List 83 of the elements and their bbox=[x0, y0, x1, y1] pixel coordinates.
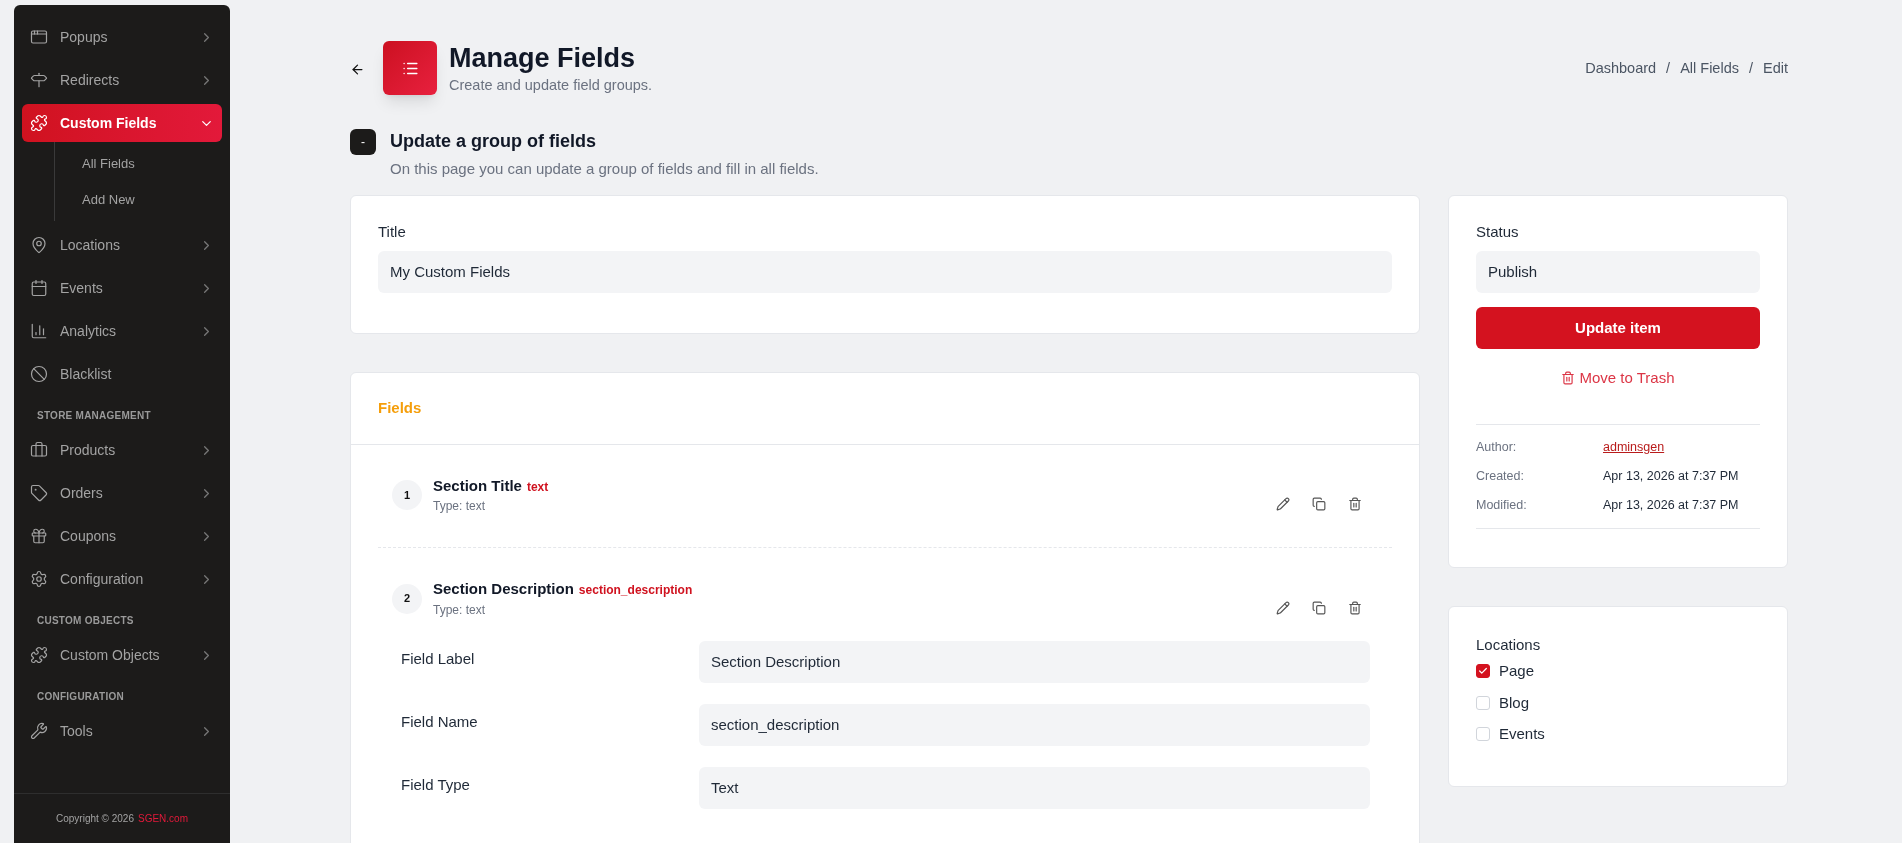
sidebar-item[interactable]: Products bbox=[22, 431, 222, 469]
text-field[interactable]: section_description bbox=[699, 703, 1370, 746]
field-number: 2 bbox=[392, 583, 422, 614]
meta-label: Modified: bbox=[1476, 496, 1528, 514]
sidebar-item[interactable]: Custom Objects bbox=[22, 636, 222, 674]
puzzle-icon bbox=[30, 114, 48, 132]
breadcrumb-link[interactable]: Edit bbox=[1763, 58, 1788, 80]
delete-icon[interactable] bbox=[1348, 600, 1362, 615]
sidebar-item[interactable]: Orders bbox=[22, 474, 222, 512]
window-icon bbox=[30, 28, 48, 46]
signpost-icon bbox=[30, 71, 48, 89]
field-label: Title bbox=[378, 222, 407, 243]
section-heading: CUSTOM OBJECTS bbox=[36, 614, 135, 628]
trash-link[interactable]: Move to Trash bbox=[1561, 366, 1675, 390]
meta-value: Apr 13, 2026 at 7:37 PM bbox=[1603, 468, 1739, 485]
sidebar-item[interactable]: Analytics bbox=[22, 312, 222, 350]
site-link[interactable]: SGEN.com bbox=[137, 811, 188, 826]
sidebar-subitem[interactable]: Add New bbox=[55, 181, 230, 217]
update-button[interactable]: Update item bbox=[1476, 306, 1760, 349]
copy-icon[interactable] bbox=[1312, 600, 1326, 615]
checkbox[interactable] bbox=[1476, 664, 1490, 679]
map-pin-icon bbox=[30, 236, 48, 254]
meta-label: Created: bbox=[1476, 468, 1525, 485]
settings-icon bbox=[30, 570, 48, 588]
field-name: Section Title bbox=[433, 475, 522, 496]
page-subtitle: Create and update field groups. bbox=[449, 76, 654, 95]
section-description: On this page you can update a group of fields and fill in all fields. bbox=[390, 158, 819, 179]
copyright-text: Copyright © 2026 bbox=[56, 812, 134, 826]
collapse-badge[interactable]: - bbox=[350, 128, 376, 155]
calendar-icon bbox=[30, 279, 48, 297]
sidebar-item[interactable]: Configuration bbox=[22, 560, 222, 598]
delete-icon[interactable] bbox=[1348, 497, 1362, 511]
field-number: 1 bbox=[392, 480, 422, 510]
gift-icon bbox=[30, 527, 48, 545]
field-type: Type: text bbox=[433, 601, 487, 619]
breadcrumb-link[interactable]: Dashboard bbox=[1585, 58, 1657, 80]
sidebar-item[interactable]: Coupons bbox=[22, 517, 222, 555]
edit-icon[interactable] bbox=[1276, 600, 1290, 615]
briefcase-icon bbox=[30, 441, 48, 459]
checkbox-label: Page bbox=[1499, 661, 1535, 681]
bar-chart-icon bbox=[30, 322, 48, 340]
setting-label: Field Type bbox=[401, 774, 471, 795]
meta-value: Apr 13, 2026 at 7:37 PM bbox=[1603, 496, 1739, 514]
meta-label: Author: bbox=[1476, 439, 1518, 457]
puzzle-icon bbox=[30, 646, 48, 664]
section-heading: CONFIGURATION bbox=[36, 690, 125, 704]
sidebar-item[interactable]: Locations bbox=[22, 226, 222, 264]
card-heading: Fields bbox=[378, 398, 422, 418]
text-field[interactable]: Section Description bbox=[699, 640, 1370, 683]
field-name: Section Description bbox=[433, 579, 574, 600]
field-label: Locations bbox=[1476, 634, 1542, 655]
field-label: Status bbox=[1476, 222, 1520, 243]
sidebar-item[interactable]: Tools bbox=[22, 712, 222, 750]
author-link[interactable]: adminsgen bbox=[1603, 438, 1665, 457]
breadcrumb-link[interactable]: All Fields bbox=[1680, 58, 1739, 80]
page-title: Manage Fields bbox=[449, 42, 637, 75]
edit-icon[interactable] bbox=[1276, 497, 1290, 511]
breadcrumb-separator: / bbox=[1747, 59, 1754, 78]
field-key: section_description bbox=[578, 581, 693, 600]
field-key: text bbox=[526, 477, 549, 496]
tag-icon bbox=[30, 484, 48, 502]
text-field[interactable]: Text bbox=[699, 766, 1370, 809]
section-heading: STORE MANAGEMENT bbox=[36, 409, 152, 423]
text-field[interactable]: My Custom Fields bbox=[378, 250, 1392, 293]
wrench-icon bbox=[30, 722, 48, 740]
setting-label: Field Label bbox=[401, 648, 476, 669]
setting-label: Field Name bbox=[401, 711, 479, 732]
sidebar-item[interactable]: Custom Fields bbox=[22, 104, 222, 142]
field-type: Type: text bbox=[433, 498, 487, 516]
checkbox-label: Blog bbox=[1499, 692, 1530, 713]
sidebar-item[interactable]: Events bbox=[22, 269, 222, 307]
ban-icon bbox=[30, 365, 48, 383]
sidebar-item[interactable]: Popups bbox=[22, 18, 222, 56]
trash-icon bbox=[1561, 371, 1576, 385]
sidebar-item[interactable]: Blacklist bbox=[22, 355, 222, 393]
text-field[interactable]: Publish bbox=[1476, 250, 1760, 293]
checkbox-label: Events bbox=[1499, 724, 1545, 744]
sidebar-item[interactable]: Redirects bbox=[22, 61, 222, 99]
copy-icon[interactable] bbox=[1312, 497, 1326, 511]
sidebar-subitem[interactable]: All Fields bbox=[55, 146, 230, 182]
breadcrumb-separator: / bbox=[1665, 59, 1672, 78]
section-title: Update a group of fields bbox=[390, 129, 597, 153]
check-icon bbox=[1478, 666, 1488, 677]
